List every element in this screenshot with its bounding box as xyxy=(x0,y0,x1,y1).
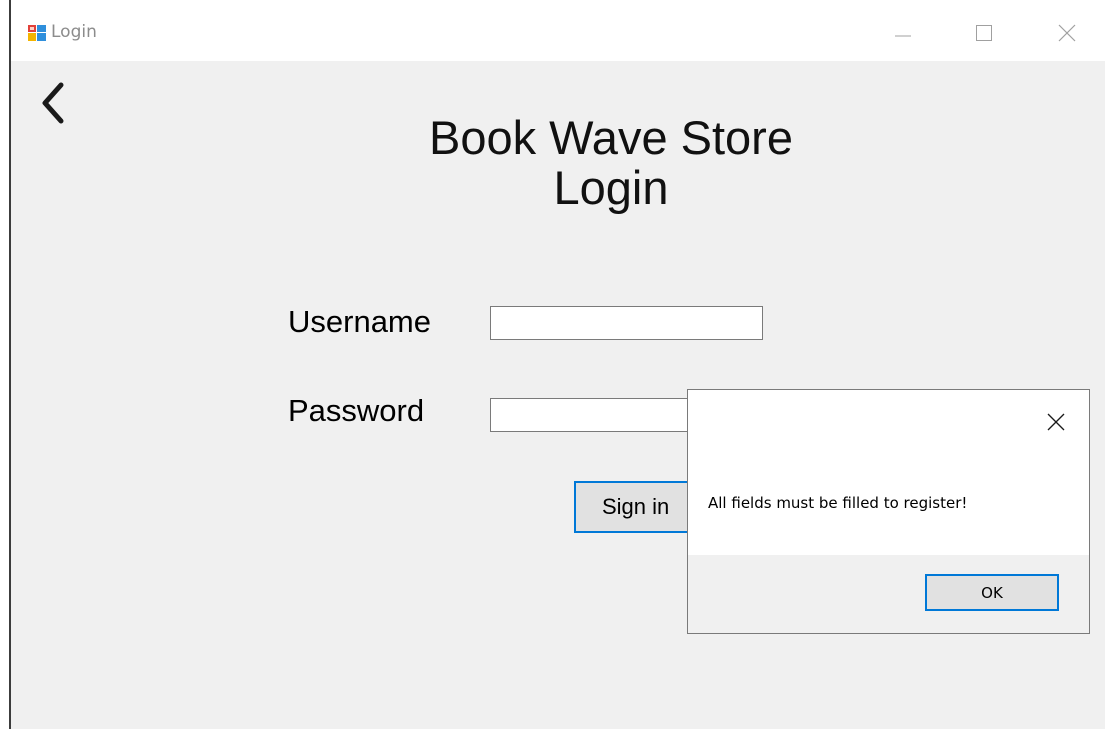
maximize-button[interactable] xyxy=(954,13,1014,53)
username-label: Username xyxy=(288,304,431,339)
chevron-left-icon xyxy=(42,82,64,124)
login-window: Login Book Wave Store Login Username Pas… xyxy=(9,0,1105,729)
message-box-dialog: All fields must be filled to register! O… xyxy=(687,389,1090,634)
dialog-message: All fields must be filled to register! xyxy=(708,494,968,512)
back-button[interactable] xyxy=(33,79,73,125)
minimize-button[interactable] xyxy=(873,13,933,53)
username-input[interactable] xyxy=(490,306,763,340)
page-title: Book Wave Store Login xyxy=(301,113,921,213)
dialog-button-bar: OK xyxy=(688,555,1089,633)
title-line-login: Login xyxy=(553,161,669,214)
close-icon xyxy=(1058,24,1076,42)
close-icon xyxy=(1047,413,1065,431)
title-line-store: Book Wave Store xyxy=(429,111,793,164)
window-title: Login xyxy=(51,22,97,42)
title-bar[interactable]: Login xyxy=(11,0,1105,61)
minimize-icon xyxy=(895,35,911,37)
dialog-close-button[interactable] xyxy=(1039,405,1073,439)
window-close-button[interactable] xyxy=(1037,13,1097,53)
app-form-icon xyxy=(28,25,46,41)
password-label: Password xyxy=(288,393,425,428)
ok-button[interactable]: OK xyxy=(925,574,1059,611)
maximize-icon xyxy=(976,25,992,41)
